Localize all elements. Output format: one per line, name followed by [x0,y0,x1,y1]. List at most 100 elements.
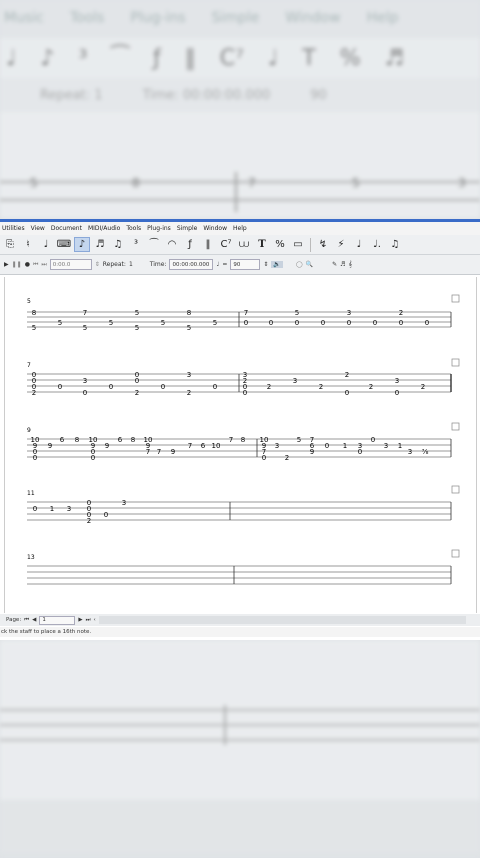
repeat-value[interactable]: 1 [129,261,133,268]
playback-toolbar: ▶ ❚❚ ● ⏮ ⏭ 0:00.0 ⇕ Repeat: 1 Time: 00:0… [0,255,480,275]
beam-icon[interactable]: ♫ [110,237,126,252]
system-checkbox[interactable] [451,549,460,558]
percent-icon[interactable]: % [272,237,288,252]
system-checkbox[interactable] [451,358,460,367]
background-screen-bottom [0,640,480,854]
rewind-icon[interactable]: ⏮ [33,261,38,269]
svg-text:0: 0 [373,319,377,327]
chord-icon[interactable]: ♮ [20,237,36,252]
svg-text:0: 0 [33,505,37,513]
svg-text:0: 0 [83,389,87,397]
svg-text:2: 2 [32,389,36,397]
svg-text:5: 5 [352,176,360,190]
paste-icon[interactable]: ⎘ [2,237,18,252]
record-icon[interactable]: ● [25,261,30,268]
background-tab-staff: 5 8 7 5 3 [0,172,480,212]
forward-icon[interactable]: ⏭ [41,261,46,269]
tab-score[interactable]: 5 8575 5555 8555 7050 030 0 20 00 7 0002… [5,277,476,613]
menu-midi-audio[interactable]: MIDI/Audio [88,225,120,232]
eighth-pair-icon[interactable]: ♫ [387,237,403,252]
chord-symbol-icon[interactable]: C⁷ [218,237,234,252]
slur-icon[interactable]: ◠ [164,237,180,252]
svg-text:2: 2 [87,517,91,525]
tab-system-3[interactable]: 9 10900 96 8 10900 96 8 1097 7 97 6 10 78 109… [27,422,460,462]
tempo-spin-icon[interactable]: ⇕ [263,261,268,268]
grace-icon[interactable]: ↯ [315,237,331,252]
bg-menu-music: Music [4,10,44,26]
menu-tools[interactable]: Tools [126,225,141,232]
svg-text:7: 7 [157,448,161,456]
triplet-icon[interactable]: ³ [128,237,144,252]
keyboard-icon[interactable]: ⌨ [56,237,72,252]
speaker-icon[interactable]: 🔈 [271,261,283,268]
svg-text:7: 7 [229,436,233,444]
measure-number: 7 [27,362,31,369]
menu-document[interactable]: Document [51,225,82,232]
svg-text:0: 0 [321,319,325,327]
tuning-icon[interactable]: ✎ [332,261,337,268]
menu-plugins[interactable]: Plug-ins [147,225,171,232]
dotted-note-icon[interactable]: ♩. [369,237,385,252]
svg-text:3: 3 [122,499,126,507]
svg-text:0: 0 [244,319,248,327]
next-page-icon[interactable]: ▶ [78,617,82,623]
horizontal-scrollbar[interactable] [98,616,466,624]
page-icon[interactable]: ▭ [290,237,306,252]
arpeggio-icon[interactable]: ⚡ [333,237,349,252]
tab-system-5[interactable]: 13 [27,549,460,585]
system-checkbox[interactable] [451,485,460,494]
svg-text:0: 0 [345,389,349,397]
quarter-note-icon[interactable]: ♩ [351,237,367,252]
mixer-icon[interactable]: ♬ [340,261,345,268]
svg-text:0: 0 [371,436,375,444]
menu-utilities[interactable]: Utilities [2,225,25,232]
menu-view[interactable]: View [31,225,45,232]
eighth-note-icon[interactable]: ♪ [74,237,90,252]
tab-system-4[interactable]: 11 013 0002 03 [27,485,460,525]
position-spin-icon[interactable]: ⇕ [95,261,100,268]
menu-window[interactable]: Window [203,225,227,232]
svg-text:⅞: ⅞ [422,448,429,456]
menu-help[interactable]: Help [233,225,247,232]
play-icon[interactable]: ▶ [4,261,9,268]
page-field[interactable]: 1 [39,615,76,625]
sixteenth-note-icon[interactable]: ♬ [92,237,108,252]
metronome-icon[interactable]: ⩊ [236,237,252,252]
pause-icon[interactable]: ❚❚ [12,261,22,268]
clef-icon[interactable]: ♩ [38,237,54,252]
svg-text:2: 2 [369,383,373,391]
first-page-icon[interactable]: ⏮ [24,617,29,624]
position-field[interactable]: 0:00.0 [49,259,92,270]
tab-system-1[interactable]: 5 8575 5555 8555 7050 030 0 20 00 [27,294,460,332]
svg-text:2: 2 [135,389,139,397]
dynamics-icon[interactable]: ƒ [182,237,198,252]
svg-text:1: 1 [398,442,402,450]
loop-icon[interactable]: ◯ [296,261,303,268]
score-page[interactable]: 5 8575 5555 8555 7050 0300 2000 7 0 0 0 … [4,277,477,613]
svg-text:7: 7 [244,309,248,317]
bg-menu-simple: Simple [211,10,260,26]
svg-text:2: 2 [267,383,271,391]
measure-number: 13 [27,554,35,561]
last-page-icon[interactable]: ⏭ [86,617,91,624]
menubar: Utilities View Document MIDI/Audio Tools… [0,222,480,235]
system-checkbox[interactable] [451,422,460,431]
tie-icon[interactable]: ⁀ [146,237,162,252]
tempo-field[interactable]: 90 [230,259,261,270]
barline-icon[interactable]: ‖ [200,237,216,252]
system-checkbox[interactable] [451,294,460,303]
scroll-left-icon[interactable]: ‹ [94,617,96,623]
svg-text:0: 0 [325,442,329,450]
svg-text:3: 3 [458,176,466,190]
prev-page-icon[interactable]: ◀ [32,617,36,623]
toolbar-separator [310,237,311,252]
treble-clef-icon[interactable]: 𝄞 [349,261,353,269]
time-field[interactable]: 00:00:00.000 [169,259,214,270]
text-icon[interactable]: T [254,237,270,252]
svg-text:5: 5 [30,176,38,190]
tab-system-2[interactable]: 7 0002 0300 0020 320 3200 232 2023 02 [27,358,460,397]
bg-menu-help: Help [366,10,399,26]
zoom-icon[interactable]: 🔍 [306,261,313,268]
menu-simple[interactable]: Simple [177,225,198,232]
background-menubar: Music Tools Plug-ins Simple Window Help [0,0,480,38]
